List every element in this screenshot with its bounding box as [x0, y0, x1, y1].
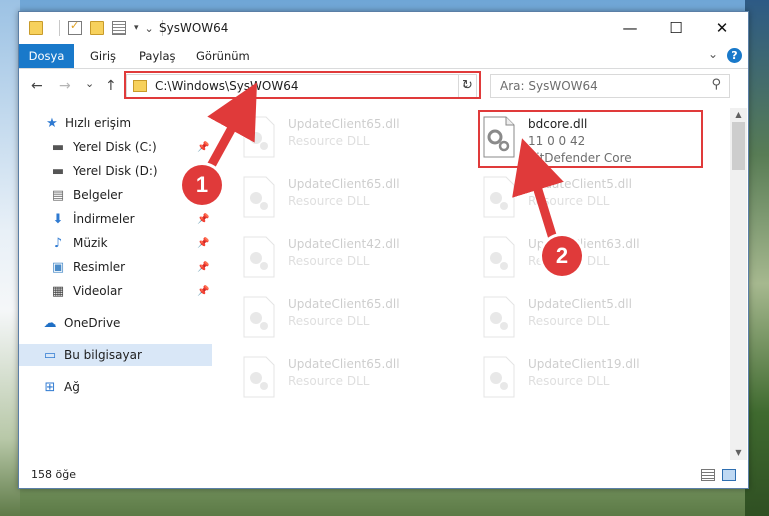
callout-arrows: [201, 82, 564, 250]
callout-badge-1: 1: [182, 165, 222, 205]
arrow-to-file: [512, 138, 564, 250]
arrow-to-address-bar: [201, 82, 258, 180]
callout-badge-2: 2: [542, 236, 582, 276]
